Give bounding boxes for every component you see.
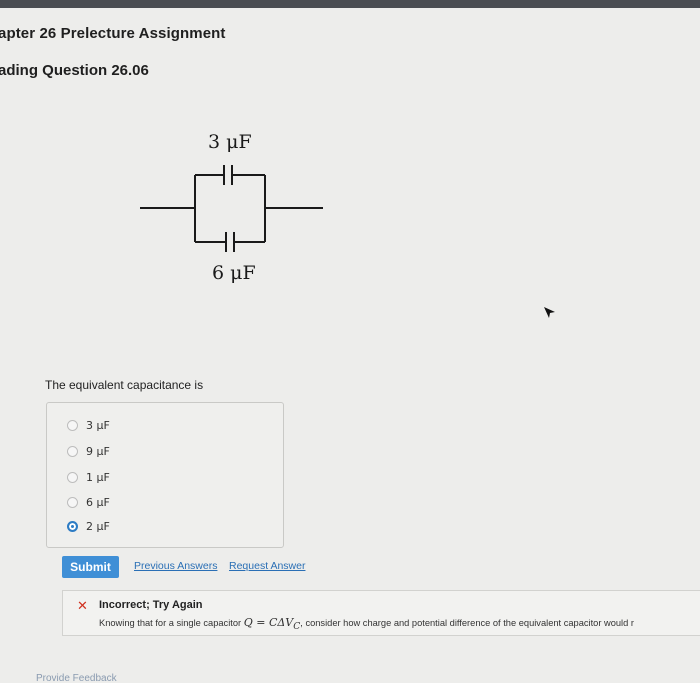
answer-choices: 3 μF 9 μF 1 μF 6 μF 2 μF	[46, 402, 284, 548]
choice-option-2[interactable]: 9 μF	[67, 443, 110, 459]
submit-button[interactable]: Submit	[62, 556, 119, 578]
request-answer-link[interactable]: Request Answer	[229, 560, 305, 572]
feedback-formula: Q = CΔVC	[243, 616, 301, 632]
feedback-title: Incorrect; Try Again	[99, 599, 203, 611]
top-capacitor-label: 3 μF	[208, 131, 252, 153]
incorrect-x-icon: ✕	[77, 598, 88, 613]
choice-option-4[interactable]: 6 μF	[67, 494, 110, 510]
choice-option-1[interactable]: 3 μF	[67, 417, 110, 433]
feedback-text-after: , consider how charge and potential diff…	[300, 618, 634, 628]
top-border	[0, 0, 700, 8]
choice-option-3[interactable]: 1 μF	[67, 469, 110, 485]
feedback-text-before: Knowing that for a single capacitor	[99, 618, 242, 628]
radio-button-selected[interactable]	[67, 520, 78, 532]
question-title: ading Question 26.06	[0, 62, 149, 79]
question-prompt: The equivalent capacitance is	[45, 378, 204, 392]
radio-button[interactable]	[67, 471, 78, 483]
radio-button[interactable]	[67, 496, 78, 508]
bottom-capacitor-label: 6 μF	[212, 262, 256, 284]
choice-option-5[interactable]: 2 μF	[67, 518, 110, 534]
choice-label: 3 μF	[86, 418, 110, 432]
choice-label: 2 μF	[86, 519, 110, 533]
choice-label: 9 μF	[86, 444, 110, 458]
radio-button[interactable]	[67, 445, 78, 457]
radio-button[interactable]	[67, 419, 78, 431]
provide-feedback-link[interactable]: Provide Feedback	[36, 673, 117, 683]
formula-main: Q = CΔV	[243, 616, 294, 629]
choice-label: 1 μF	[86, 470, 110, 484]
mouse-cursor-icon	[544, 307, 555, 318]
feedback-text: Knowing that for a single capacitor Q = …	[99, 616, 634, 632]
previous-answers-link[interactable]: Previous Answers	[134, 560, 217, 572]
chapter-title: apter 26 Prelecture Assignment	[0, 25, 226, 42]
choice-label: 6 μF	[86, 495, 110, 509]
